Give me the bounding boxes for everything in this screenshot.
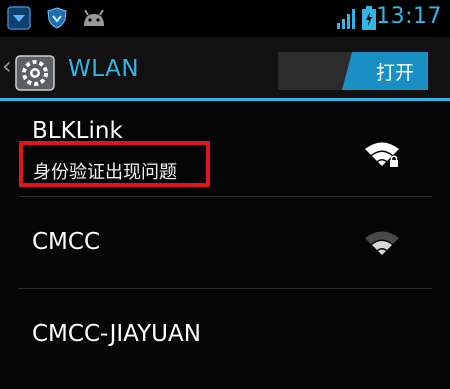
signal-icon [337,9,355,29]
heart-shield-app-icon [47,7,67,29]
shield-app-icon [7,6,31,30]
highlight-box [19,141,210,187]
android-icon [84,9,104,26]
network-item-cmcc-jiayuan[interactable]: CMCC-JIAYUAN [0,289,450,389]
status-time: 13:17 [376,4,442,29]
wifi-signal-icon [365,231,399,255]
status-bar: 13:17 [0,0,450,37]
wifi-signal-secured-icon [365,142,399,167]
settings-gear-icon[interactable] [14,54,60,94]
network-ssid: CMCC [32,229,101,255]
network-ssid: CMCC-JIAYUAN [32,321,201,347]
toggle-label: 打开 [375,62,414,84]
battery-charging-icon [362,6,376,30]
wlan-toggle[interactable]: 打开 [278,52,428,90]
back-chevron-icon[interactable]: ‹ [2,52,12,80]
page-title: WLAN [68,56,140,82]
